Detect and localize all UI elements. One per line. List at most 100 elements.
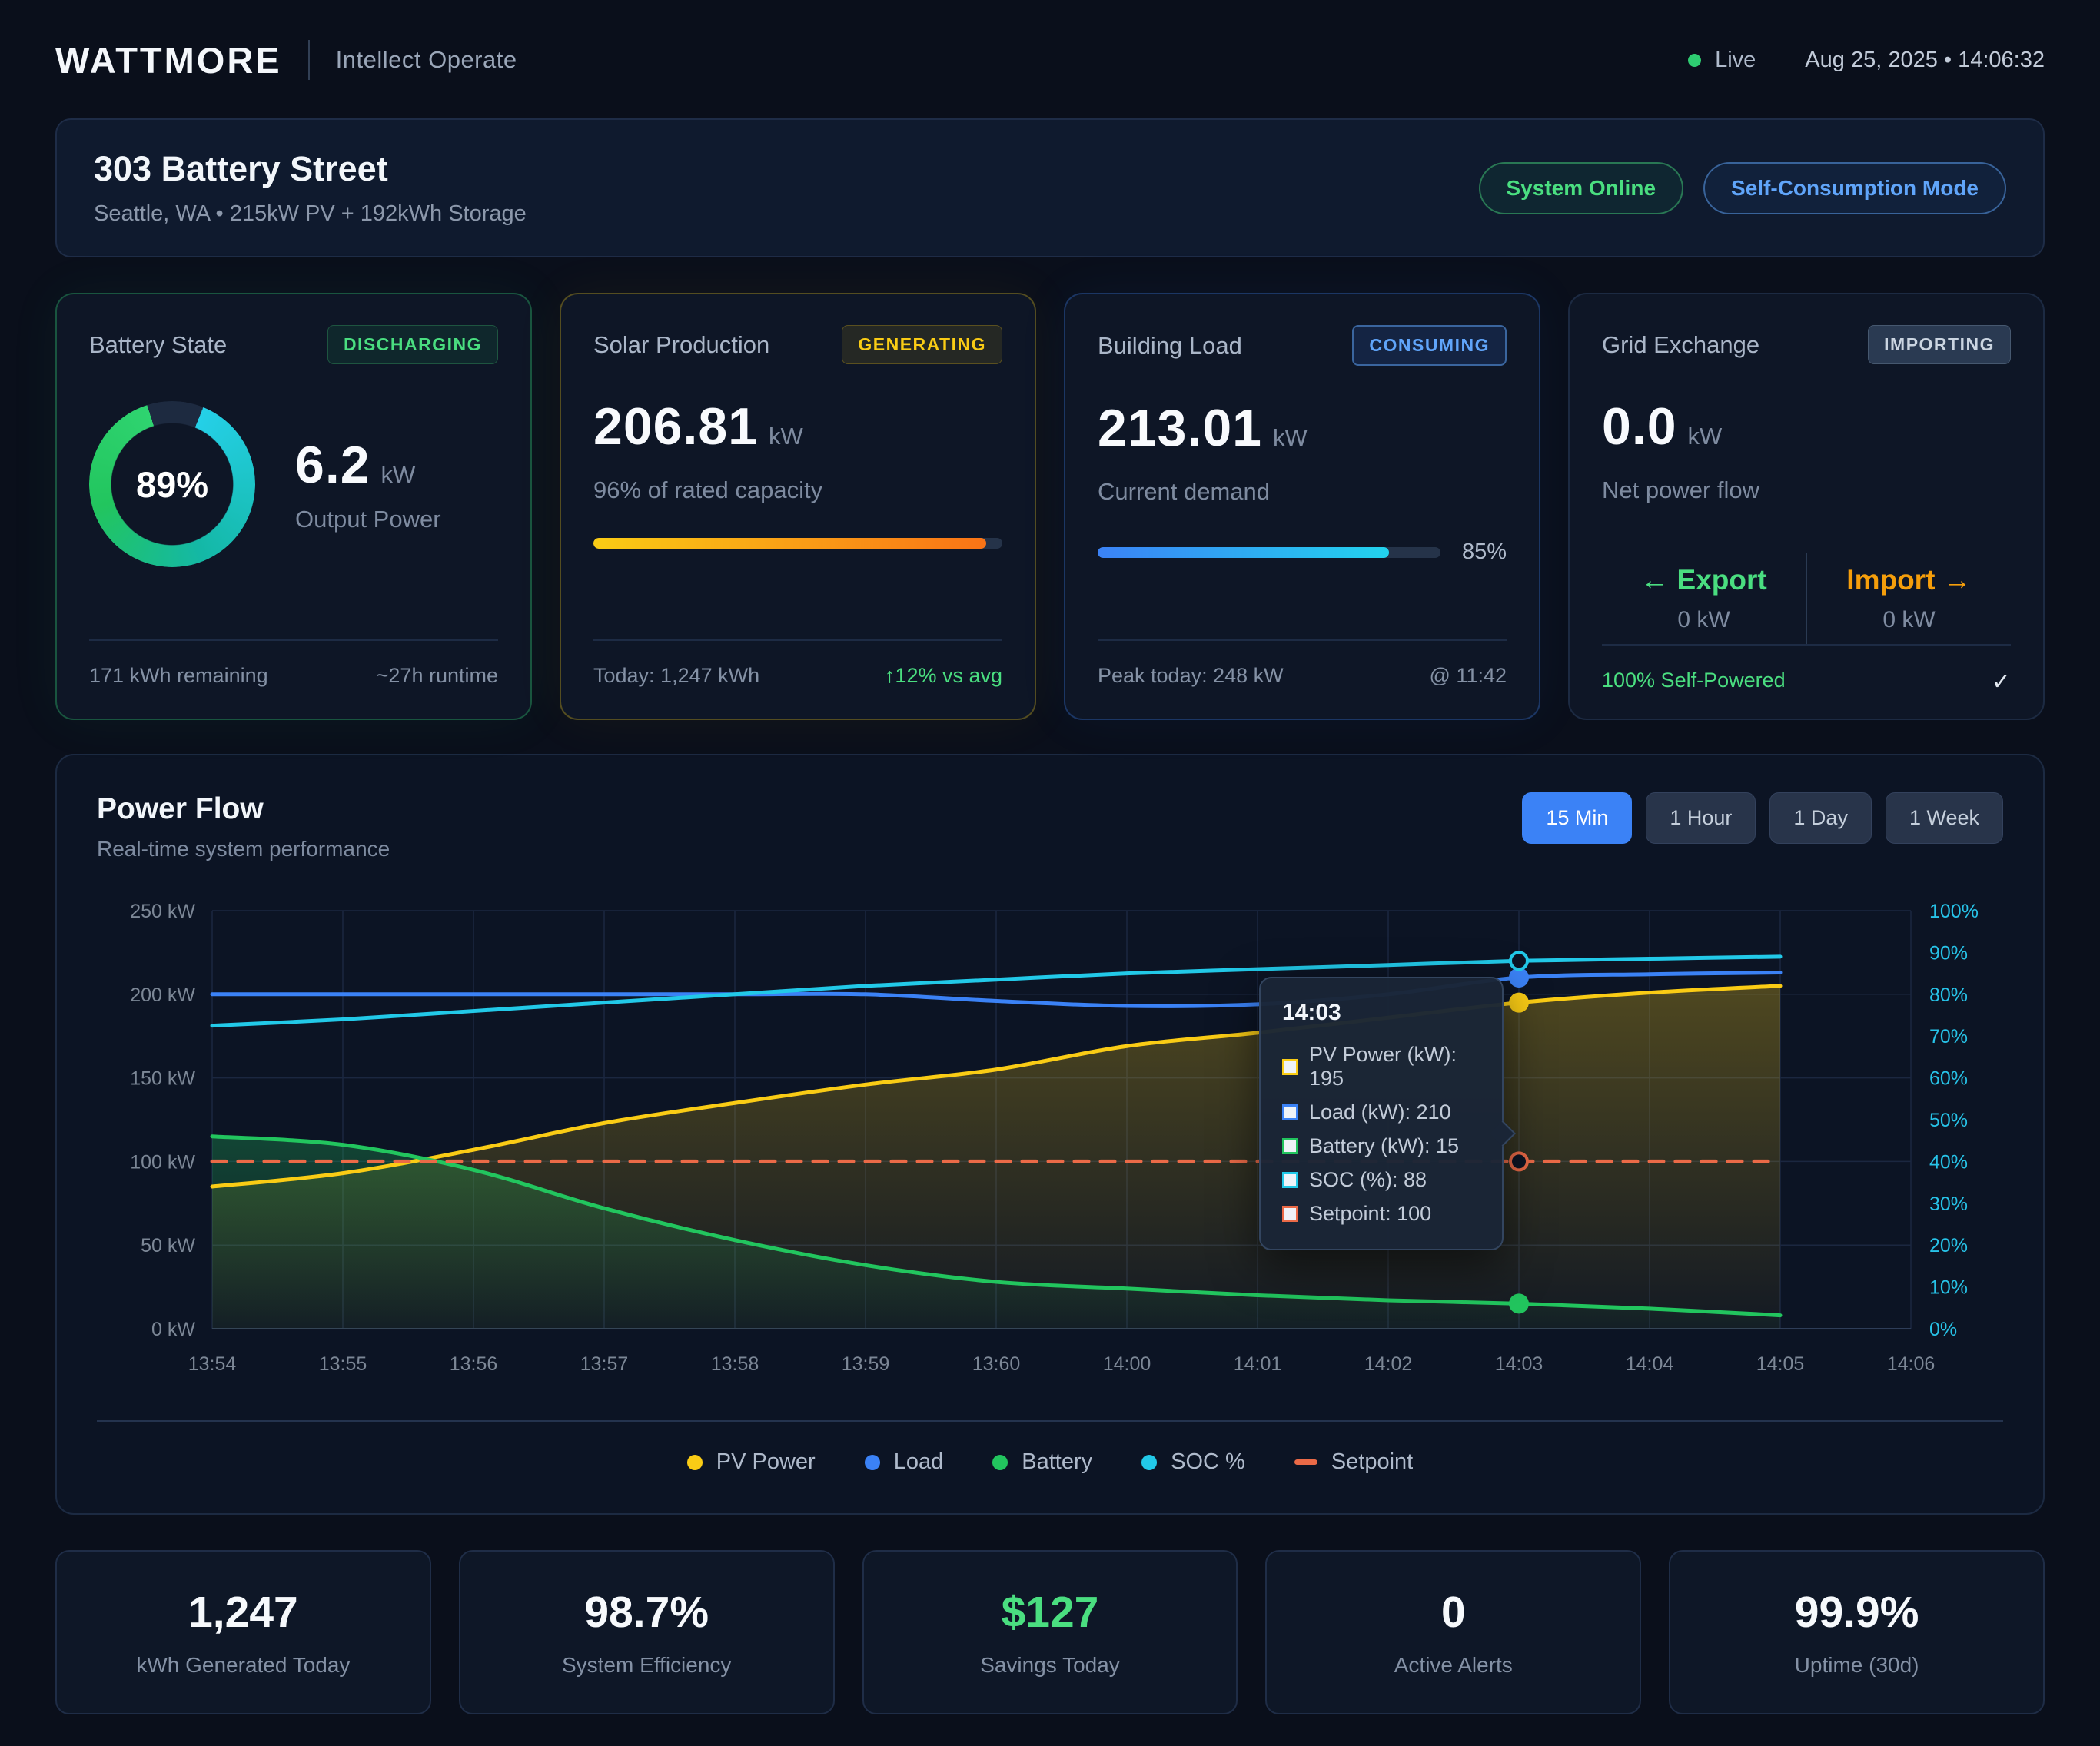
stat-label: kWh Generated Today xyxy=(72,1653,414,1678)
svg-text:200 kW: 200 kW xyxy=(130,984,195,1006)
legend-item-battery[interactable]: Battery xyxy=(992,1449,1092,1475)
range-button-1-day[interactable]: 1 Day xyxy=(1769,792,1872,844)
check-icon: ✓ xyxy=(1992,669,2011,695)
svg-text:60%: 60% xyxy=(1929,1068,1968,1090)
battery-output-label: Output Power xyxy=(295,506,441,533)
tooltip-swatch-icon xyxy=(1282,1206,1298,1222)
legend-dot-icon xyxy=(865,1455,880,1470)
datetime-display: Aug 25, 2025 • 14:06:32 xyxy=(1805,48,2045,73)
battery-soc-percent: 89% xyxy=(89,401,255,567)
tooltip-row-1: Load (kW): 210 xyxy=(1282,1100,1480,1124)
svg-text:13:59: 13:59 xyxy=(842,1353,890,1375)
load-percent-label: 85% xyxy=(1462,539,1507,565)
stat-value: $127 xyxy=(879,1587,1221,1638)
tooltip-row-3: SOC (%): 88 xyxy=(1282,1168,1480,1192)
stat-label: Active Alerts xyxy=(1282,1653,1624,1678)
stat-card-3: 0 Active Alerts xyxy=(1265,1550,1641,1714)
stat-card-4: 99.9%Uptime (30d) xyxy=(1669,1550,2045,1714)
legend-item-load[interactable]: Load xyxy=(865,1449,944,1475)
svg-text:14:01: 14:01 xyxy=(1234,1353,1282,1375)
legend-dot-icon xyxy=(992,1455,1008,1470)
load-unit: kW xyxy=(1273,424,1308,452)
product-name: Intellect Operate xyxy=(336,46,517,74)
svg-text:40%: 40% xyxy=(1929,1151,1968,1173)
range-button-15-min[interactable]: 15 Min xyxy=(1522,792,1632,844)
site-badge-1: Self-Consumption Mode xyxy=(1703,162,2006,214)
svg-text:13:57: 13:57 xyxy=(580,1353,629,1375)
site-info: 303 Battery Street Seattle, WA • 215kW P… xyxy=(94,149,527,227)
summary-stats-row: 1,247kWh Generated Today98.7%System Effi… xyxy=(55,1550,2045,1714)
grid-exchange-card: Grid Exchange IMPORTING 0.0 kW Net power… xyxy=(1568,293,2045,720)
svg-text:70%: 70% xyxy=(1929,1026,1968,1047)
svg-text:14:03: 14:03 xyxy=(1495,1353,1543,1375)
load-card-title: Building Load xyxy=(1098,332,1242,360)
metric-cards-row: Battery State DISCHARGING 89% 6.2 kW Out… xyxy=(55,293,2045,720)
svg-text:0%: 0% xyxy=(1929,1319,1957,1340)
power-flow-heading: Power Flow Real-time system performance xyxy=(97,792,390,861)
stat-label: Uptime (30d) xyxy=(1686,1653,2028,1678)
load-demand-label: Current demand xyxy=(1098,478,1507,506)
stat-card-2: $127 Savings Today xyxy=(862,1550,1238,1714)
legend-item-setpoint[interactable]: Setpoint xyxy=(1294,1449,1413,1475)
svg-text:14:04: 14:04 xyxy=(1626,1353,1674,1375)
brand-separator xyxy=(308,40,310,80)
tooltip-row-0: PV Power (kW): 195 xyxy=(1282,1043,1480,1090)
solar-progress-fill xyxy=(593,538,986,549)
svg-text:13:55: 13:55 xyxy=(319,1353,367,1375)
load-peak-time: @ 11:42 xyxy=(1430,664,1507,688)
tooltip-swatch-icon xyxy=(1282,1059,1298,1075)
load-status-badge: CONSUMING xyxy=(1352,325,1507,366)
solar-status-badge: GENERATING xyxy=(842,325,1002,364)
tooltip-swatch-icon xyxy=(1282,1104,1298,1120)
range-button-1-hour[interactable]: 1 Hour xyxy=(1646,792,1756,844)
svg-text:14:06: 14:06 xyxy=(1887,1353,1936,1375)
solar-vs-avg: ↑12% vs avg xyxy=(885,664,1002,688)
legend-dot-icon xyxy=(687,1455,703,1470)
svg-text:13:56: 13:56 xyxy=(450,1353,498,1375)
svg-text:14:02: 14:02 xyxy=(1364,1353,1413,1375)
tooltip-row-2: Battery (kW): 15 xyxy=(1282,1134,1480,1158)
stat-value: 0 xyxy=(1282,1587,1624,1638)
svg-text:80%: 80% xyxy=(1929,984,1968,1006)
svg-text:150 kW: 150 kW xyxy=(130,1068,195,1090)
legend-item-pv-power[interactable]: PV Power xyxy=(687,1449,816,1475)
power-flow-chart[interactable]: 0 kW50 kW100 kW150 kW200 kW250 kW0%10%20… xyxy=(97,894,2003,1405)
tooltip-row-4: Setpoint: 100 xyxy=(1282,1202,1480,1226)
svg-text:50 kW: 50 kW xyxy=(141,1235,195,1256)
load-progress-fill xyxy=(1098,547,1389,558)
chart-legend: PV Power Load Battery SOC % Setpoint xyxy=(97,1449,2003,1475)
svg-text:100 kW: 100 kW xyxy=(130,1151,195,1173)
dashboard-page: WATTMORE Intellect Operate Live Aug 25, … xyxy=(0,0,2100,1714)
solar-today-total: Today: 1,247 kWh xyxy=(593,664,759,688)
site-subtitle: Seattle, WA • 215kW PV + 192kWh Storage xyxy=(94,201,527,227)
range-button-1-week[interactable]: 1 Week xyxy=(1886,792,2003,844)
svg-text:14:00: 14:00 xyxy=(1103,1353,1151,1375)
brand-logo: WATTMORE xyxy=(55,39,282,81)
live-dot-icon xyxy=(1688,54,1701,67)
site-name: 303 Battery Street xyxy=(94,149,527,189)
live-label: Live xyxy=(1715,48,1756,73)
legend-item-soc-[interactable]: SOC % xyxy=(1141,1449,1245,1475)
grid-export-block: ← Export 0 kW xyxy=(1602,564,1806,633)
solar-progress-track xyxy=(593,538,1002,549)
battery-remaining: 171 kWh remaining xyxy=(89,664,268,688)
svg-text:0 kW: 0 kW xyxy=(151,1319,195,1340)
grid-export-value: 0 kW xyxy=(1602,607,1806,633)
chart-canvas[interactable]: 0 kW50 kW100 kW150 kW200 kW250 kW0%10%20… xyxy=(97,894,2006,1401)
svg-text:14:05: 14:05 xyxy=(1756,1353,1805,1375)
power-flow-subtitle: Real-time system performance xyxy=(97,837,390,861)
legend-dot-icon xyxy=(1141,1455,1157,1470)
chart-tooltip: 14:03 PV Power (kW): 195Load (kW): 210Ba… xyxy=(1259,977,1504,1250)
tooltip-swatch-icon xyxy=(1282,1172,1298,1188)
grid-unit: kW xyxy=(1688,423,1723,450)
stat-label: Savings Today xyxy=(879,1653,1221,1678)
stat-label: System Efficiency xyxy=(476,1653,818,1678)
load-peak: Peak today: 248 kW xyxy=(1098,664,1284,688)
battery-state-card: Battery State DISCHARGING 89% 6.2 kW Out… xyxy=(55,293,532,720)
stat-card-0: 1,247kWh Generated Today xyxy=(55,1550,431,1714)
building-load-card: Building Load CONSUMING 213.01 kW Curren… xyxy=(1064,293,1540,720)
grid-value: 0.0 xyxy=(1602,397,1677,456)
brand-row: WATTMORE Intellect Operate xyxy=(55,39,517,81)
grid-self-powered: 100% Self-Powered xyxy=(1602,669,1786,695)
solar-value: 206.81 xyxy=(593,397,758,456)
